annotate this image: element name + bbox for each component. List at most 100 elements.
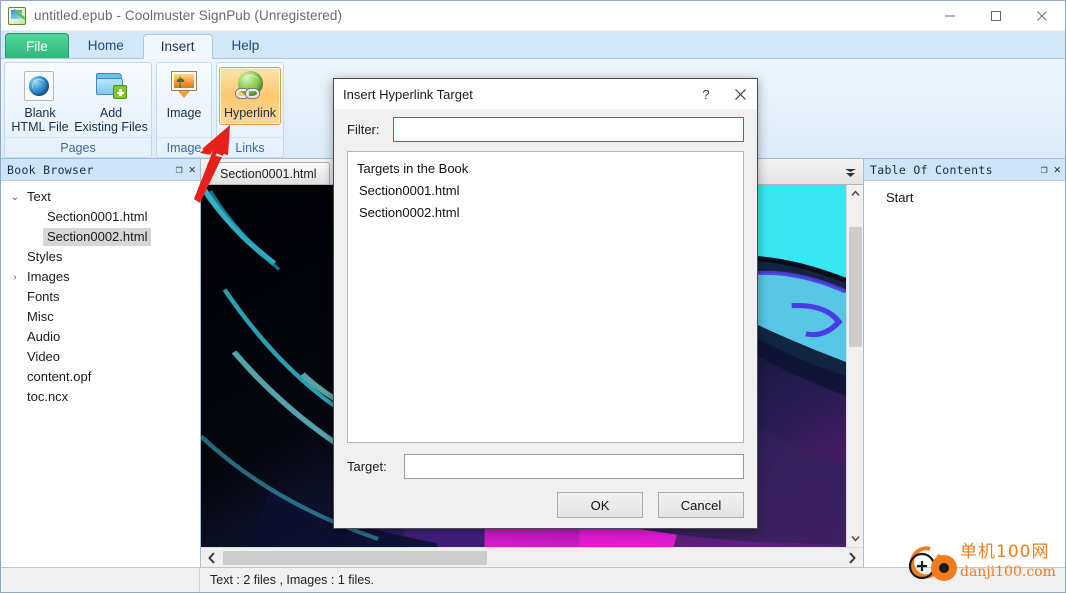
insert-image-button[interactable]: Image xyxy=(159,67,209,121)
ribbon-tab-help[interactable]: Help xyxy=(215,33,277,58)
site-watermark: 单机100网 danji100.com xyxy=(902,539,1062,591)
tree-node-section0002[interactable]: Section0002.html xyxy=(1,227,200,247)
tree-node-label: Section0002.html xyxy=(43,228,152,246)
horizontal-scroll-thumb[interactable] xyxy=(223,550,487,565)
ribbon-group-image: Image Image xyxy=(156,62,212,158)
dialog-title-bar: Insert Hyperlink Target ? xyxy=(334,79,757,109)
tree-node-label: Images xyxy=(27,269,70,284)
ribbon-tab-home[interactable]: Home xyxy=(71,33,141,58)
tree-node-label: Video xyxy=(27,349,61,364)
book-browser-panel: Book Browser ❐ ✕ ⌄ Text Section0001.html… xyxy=(1,159,201,567)
insert-hyperlink-target-dialog: Insert Hyperlink Target ? Filter: Target… xyxy=(333,78,758,529)
status-bar-left-cell xyxy=(1,568,200,592)
toc-title: Table Of Contents xyxy=(870,162,993,177)
book-browser-title: Book Browser xyxy=(7,162,94,177)
filter-input[interactable] xyxy=(393,117,744,142)
status-message: Text : 2 files , Images : 1 files. xyxy=(210,573,374,587)
book-browser-header: Book Browser ❐ ✕ xyxy=(1,159,200,181)
tree-node-misc[interactable]: Misc xyxy=(1,307,200,327)
targets-list-item-1[interactable]: Section0002.html xyxy=(348,201,743,223)
insert-image-label: Image xyxy=(166,106,202,120)
dialog-body: Filter: Targets in the Book Section0001.… xyxy=(334,109,757,528)
toc-header: Table Of Contents ❐ ✕ xyxy=(864,159,1065,181)
add-existing-files-label-1: Add xyxy=(99,106,123,120)
hyperlink-icon xyxy=(234,71,266,103)
dialog-button-row: OK Cancel xyxy=(347,492,744,518)
close-button[interactable] xyxy=(1019,1,1065,31)
targets-list-header: Targets in the Book xyxy=(357,160,469,176)
scroll-right-button[interactable] xyxy=(841,548,863,568)
tree-node-content-opf[interactable]: content.opf xyxy=(1,367,200,387)
blank-html-file-label-1: Blank xyxy=(24,106,56,120)
ribbon-tab-insert[interactable]: Insert xyxy=(142,34,213,59)
dialog-close-button[interactable] xyxy=(723,79,757,109)
dialog-footer: Target: OK Cancel xyxy=(347,454,744,518)
tree-node-toc-ncx[interactable]: toc.ncx xyxy=(1,387,200,407)
tree-node-label: content.opf xyxy=(27,369,92,384)
target-label: Target: xyxy=(347,459,387,474)
watermark-text: 单机100网 danji100.com xyxy=(960,541,1056,581)
globe-icon xyxy=(24,71,56,103)
scroll-up-button[interactable] xyxy=(847,185,864,202)
watermark-logo-icon xyxy=(908,546,957,581)
insert-hyperlink-label: Hyperlink xyxy=(223,106,277,120)
tree-node-audio[interactable]: Audio xyxy=(1,327,200,347)
tree-node-label: Section0001.html xyxy=(47,209,148,224)
horizontal-scrollbar[interactable] xyxy=(201,547,863,567)
title-bar: untitled.epub - Coolmuster SignPub (Unre… xyxy=(1,1,1065,31)
watermark-cn-text: 单机100网 xyxy=(960,542,1050,562)
vertical-scrollbar[interactable] xyxy=(846,185,863,547)
ribbon-tab-file[interactable]: File xyxy=(5,33,69,58)
cancel-button[interactable]: Cancel xyxy=(658,492,744,518)
blank-html-file-button[interactable]: Blank HTML File xyxy=(7,67,73,135)
tree-node-section0001[interactable]: Section0001.html xyxy=(1,207,200,227)
tree-node-video[interactable]: Video xyxy=(1,347,200,367)
vertical-scroll-thumb[interactable] xyxy=(848,227,862,347)
filter-label: Filter: xyxy=(347,122,380,137)
tree-node-label: Misc xyxy=(27,309,54,324)
ribbon-group-label-links: Links xyxy=(217,137,283,157)
tree-node-images[interactable]: › Images xyxy=(1,267,200,287)
tree-node-label: Styles xyxy=(27,249,63,264)
scroll-left-button[interactable] xyxy=(201,548,223,568)
ribbon-group-label-image: Image xyxy=(157,137,211,157)
add-existing-files-label-2: Existing Files xyxy=(74,120,148,134)
document-tab-section0001[interactable]: Section0001.html xyxy=(207,162,330,184)
ribbon-tab-strip: File Home Insert Help xyxy=(1,31,1065,59)
minimize-button[interactable] xyxy=(927,1,973,31)
chevron-down-icon[interactable] xyxy=(843,166,857,180)
toc-list[interactable]: Start xyxy=(864,181,1065,567)
table-of-contents-panel: Table Of Contents ❐ ✕ Start xyxy=(863,159,1065,567)
watermark-en-text: danji100.com xyxy=(960,564,1056,580)
tree-node-styles[interactable]: Styles xyxy=(1,247,200,267)
tree-node-label: Fonts xyxy=(27,289,60,304)
insert-hyperlink-button[interactable]: Hyperlink xyxy=(219,67,281,125)
tree-node-fonts[interactable]: Fonts xyxy=(1,287,200,307)
dialog-help-button[interactable]: ? xyxy=(689,79,723,109)
ok-button[interactable]: OK xyxy=(557,492,643,518)
targets-list[interactable]: Targets in the Book Section0001.html Sec… xyxy=(347,151,744,443)
chevron-down-icon[interactable]: ⌄ xyxy=(7,192,23,203)
blank-html-file-label-2: HTML File xyxy=(11,120,69,134)
ribbon-group-label-pages: Pages xyxy=(5,137,151,157)
ribbon-group-links: Hyperlink Links xyxy=(216,62,284,158)
book-browser-tree[interactable]: ⌄ Text Section0001.html Section0002.html… xyxy=(1,181,200,567)
add-existing-files-button[interactable]: Add Existing Files xyxy=(73,67,149,135)
target-row: Target: xyxy=(347,454,744,479)
app-epub-icon xyxy=(8,6,26,25)
targets-list-item-0[interactable]: Section0001.html xyxy=(348,179,743,201)
tree-node-text[interactable]: ⌄ Text xyxy=(1,187,200,207)
scroll-down-button[interactable] xyxy=(847,530,864,547)
book-browser-float-icon[interactable]: ❐ xyxy=(176,163,183,176)
book-browser-close-icon[interactable]: ✕ xyxy=(189,163,196,176)
dialog-title: Insert Hyperlink Target xyxy=(343,86,473,102)
toc-float-icon[interactable]: ❐ xyxy=(1041,163,1048,176)
tree-node-label: Text xyxy=(27,189,51,204)
chevron-right-icon[interactable]: › xyxy=(7,272,23,283)
ribbon-group-pages: Blank HTML File Add Existing Files Pages xyxy=(4,62,152,158)
tree-node-label: toc.ncx xyxy=(27,389,69,404)
toc-item-start[interactable]: Start xyxy=(864,187,1065,207)
target-input[interactable] xyxy=(404,454,744,479)
toc-close-icon[interactable]: ✕ xyxy=(1054,163,1061,176)
maximize-button[interactable] xyxy=(973,1,1019,31)
